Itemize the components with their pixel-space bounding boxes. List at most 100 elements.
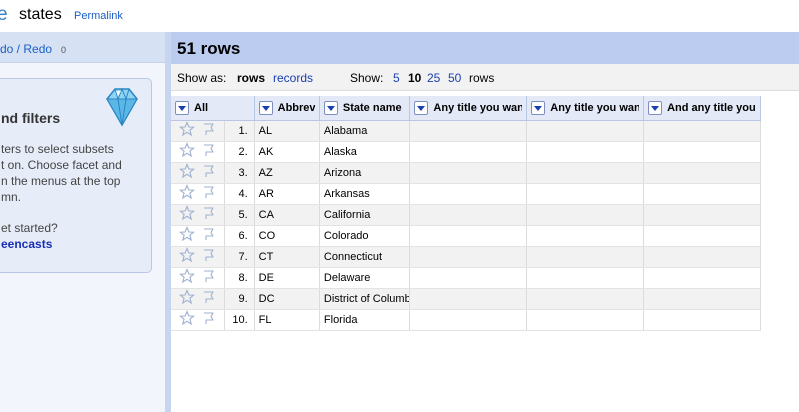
cell-state-name[interactable]: Connecticut [319, 246, 411, 268]
cell-abbrev[interactable]: CT [254, 246, 320, 268]
cell-empty[interactable] [643, 141, 761, 163]
cell-empty[interactable] [409, 120, 528, 142]
flag-icon[interactable] [201, 205, 217, 224]
cell-abbrev[interactable]: DE [254, 267, 320, 289]
cell-empty[interactable] [526, 246, 645, 268]
flag-icon[interactable] [201, 226, 217, 245]
cell-empty[interactable] [409, 162, 528, 184]
cell-empty[interactable] [643, 162, 761, 184]
undo-redo-tab[interactable]: do / Redo 0 [0, 32, 165, 63]
star-icon[interactable] [178, 184, 195, 203]
cell-abbrev[interactable]: CO [254, 225, 320, 247]
cell-empty[interactable] [643, 204, 761, 226]
cell-empty[interactable] [409, 288, 528, 310]
page-size-5-link[interactable]: 5 [393, 71, 400, 85]
cell-empty[interactable] [409, 141, 528, 163]
screencasts-link[interactable]: eencasts [1, 237, 52, 251]
column-header-all[interactable]: All [171, 96, 255, 121]
cell-abbrev[interactable]: AR [254, 183, 320, 205]
page-size-10-current: 10 [408, 71, 422, 85]
row-actions [171, 162, 226, 184]
cell-empty[interactable] [409, 225, 528, 247]
column-header-title-3[interactable]: And any title you [643, 96, 761, 121]
cell-empty[interactable] [409, 183, 528, 205]
column-header-state-name[interactable]: State name [319, 96, 411, 121]
cell-empty[interactable] [526, 267, 645, 289]
cell-empty[interactable] [643, 225, 761, 247]
cell-abbrev[interactable]: FL [254, 309, 320, 331]
star-icon[interactable] [178, 226, 195, 245]
cell-state-name[interactable]: Colorado [319, 225, 411, 247]
column-header-abbrev[interactable]: Abbrev [254, 96, 320, 121]
star-icon[interactable] [178, 121, 195, 140]
cell-state-name[interactable]: Alabama [319, 120, 411, 142]
star-icon[interactable] [178, 247, 195, 266]
cell-state-name[interactable]: District of Columbia [319, 288, 411, 310]
star-icon[interactable] [178, 289, 195, 308]
cell-abbrev[interactable]: CA [254, 204, 320, 226]
flag-icon[interactable] [201, 163, 217, 182]
undo-redo-link[interactable]: do / Redo [0, 42, 52, 56]
cell-abbrev[interactable]: DC [254, 288, 320, 310]
flag-icon[interactable] [201, 121, 217, 140]
cell-state-name[interactable]: Arizona [319, 162, 411, 184]
star-icon[interactable] [178, 268, 195, 287]
cell-empty[interactable] [409, 204, 528, 226]
column-menu-dropdown-icon[interactable] [648, 100, 663, 115]
mode-records-link[interactable]: records [273, 71, 313, 85]
app-logo[interactable]: e [0, 4, 8, 26]
cell-empty[interactable] [643, 183, 761, 205]
row-number: 1. [224, 120, 255, 142]
flag-icon[interactable] [201, 184, 217, 203]
column-menu-dropdown-icon[interactable] [414, 100, 429, 115]
project-name[interactable]: states [19, 6, 62, 24]
cell-empty[interactable] [643, 288, 761, 310]
star-icon[interactable] [178, 205, 195, 224]
cell-abbrev[interactable]: AK [254, 141, 320, 163]
row-number: 6. [224, 225, 255, 247]
column-menu-dropdown-icon[interactable] [531, 100, 546, 115]
cell-empty[interactable] [409, 309, 528, 331]
cell-state-name[interactable]: Alaska [319, 141, 411, 163]
flag-icon[interactable] [201, 289, 217, 308]
app-header: e states Permalink [0, 0, 799, 32]
cell-abbrev[interactable]: AL [254, 120, 320, 142]
cell-state-name[interactable]: Arkansas [319, 183, 411, 205]
cell-empty[interactable] [409, 246, 528, 268]
cell-abbrev[interactable]: AZ [254, 162, 320, 184]
cell-empty[interactable] [526, 309, 645, 331]
page-size-50-link[interactable]: 50 [448, 71, 461, 85]
permalink-link[interactable]: Permalink [74, 10, 123, 22]
column-menu-dropdown-icon[interactable] [323, 100, 338, 115]
table-row: 9. DC District of Columbia [171, 288, 761, 310]
cell-empty[interactable] [526, 162, 645, 184]
cell-empty[interactable] [526, 183, 645, 205]
page-size-25-link[interactable]: 25 [427, 71, 440, 85]
star-icon[interactable] [178, 142, 195, 161]
cell-empty[interactable] [643, 309, 761, 331]
cell-state-name[interactable]: Delaware [319, 267, 411, 289]
show-as-label: Show as: [177, 71, 227, 85]
flag-icon[interactable] [201, 310, 217, 329]
flag-icon[interactable] [201, 268, 217, 287]
column-menu-dropdown-icon[interactable] [175, 100, 189, 115]
flag-icon[interactable] [201, 142, 217, 161]
cell-empty[interactable] [526, 120, 645, 142]
cell-empty[interactable] [643, 246, 761, 268]
cell-state-name[interactable]: California [319, 204, 411, 226]
cell-empty[interactable] [409, 267, 528, 289]
cell-empty[interactable] [643, 267, 761, 289]
cell-empty[interactable] [526, 288, 645, 310]
star-icon[interactable] [178, 163, 195, 182]
cell-state-name[interactable]: Florida [319, 309, 411, 331]
cell-empty[interactable] [643, 120, 761, 142]
flag-icon[interactable] [201, 247, 217, 266]
cell-empty[interactable] [526, 204, 645, 226]
column-header-title-1[interactable]: Any title you want [409, 96, 528, 121]
cell-empty[interactable] [526, 141, 645, 163]
column-header-title-2[interactable]: Any title you want [526, 96, 645, 121]
star-icon[interactable] [178, 310, 195, 329]
data-table: All Abbrev State name Any title you want… [171, 96, 761, 331]
column-menu-dropdown-icon[interactable] [258, 100, 273, 115]
cell-empty[interactable] [526, 225, 645, 247]
